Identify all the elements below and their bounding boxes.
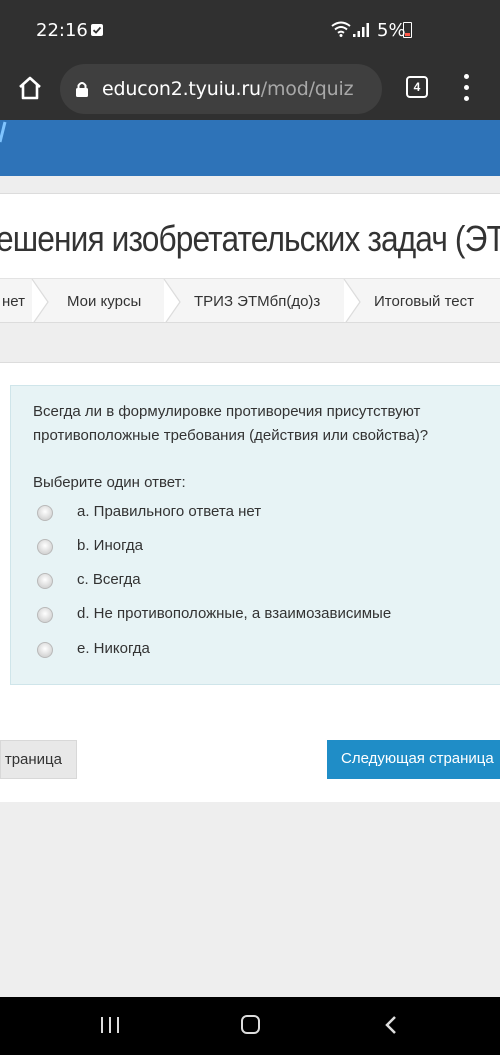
breadcrumb-item-final-test[interactable]: Итоговый тест [374, 279, 474, 322]
next-page-label: Следующая страница [341, 750, 494, 767]
page-header: ешения изобретательских задач (ЭТ нет Мо… [0, 193, 500, 323]
answer-label[interactable]: c. Всегда [77, 571, 141, 588]
course-title: ешения изобретательских задач (ЭТ [0, 218, 500, 259]
breadcrumb-item-course[interactable]: ТРИЗ ЭТМбп(до)з [194, 279, 320, 322]
answer-label[interactable]: d. Не противоположные, а взаимозависимые [77, 605, 391, 622]
radio-button[interactable] [37, 642, 53, 658]
lock-icon [74, 80, 90, 103]
next-page-button[interactable]: Следующая страница [327, 740, 500, 779]
notification-check-icon [91, 24, 103, 36]
previous-page-button[interactable]: траница [0, 740, 77, 779]
wifi-icon [331, 21, 351, 42]
browser-toolbar: educon2.tyuiu.ru/mod/quiz 4 [0, 58, 500, 120]
answer-option-c[interactable]: c. Всегда [37, 571, 497, 597]
radio-button[interactable] [37, 573, 53, 589]
breadcrumb: нет Мои курсы ТРИЗ ЭТМбп(до)з Итоговый т… [0, 278, 500, 322]
status-time: 22:16 [36, 20, 88, 41]
breadcrumb-separator [343, 279, 361, 322]
home-icon[interactable] [12, 70, 48, 106]
tab-switcher-button[interactable]: 4 [406, 76, 428, 98]
address-bar[interactable]: educon2.tyuiu.ru/mod/quiz [60, 64, 382, 114]
answer-prompt: Выберите один ответ: [33, 474, 186, 491]
home-nav-icon[interactable] [241, 1015, 260, 1034]
answer-option-b[interactable]: b. Иногда [37, 537, 497, 563]
overflow-menu-icon[interactable] [456, 74, 476, 102]
breadcrumb-separator [163, 279, 181, 322]
header-mark-icon [0, 121, 7, 143]
signal-icon [352, 22, 372, 43]
url-host: educon2.tyuiu.ru [102, 78, 261, 100]
breadcrumb-item-home[interactable]: нет [2, 279, 25, 322]
answer-label[interactable]: e. Никогда [77, 640, 150, 657]
battery-percent: 5% [377, 20, 406, 41]
radio-button[interactable] [37, 539, 53, 555]
question-text: Всегда ли в формулировке противоречия пр… [33, 403, 429, 444]
answer-option-d[interactable]: d. Не противоположные, а взаимозависимые [37, 605, 497, 631]
url-path: /mod/quiz [260, 78, 354, 100]
status-bar: 22:16 5% [0, 0, 500, 58]
breadcrumb-item-my-courses[interactable]: Мои курсы [67, 279, 141, 322]
system-nav-bar [0, 997, 500, 1055]
battery-low-icon [403, 22, 412, 38]
question-box: Всегда ли в формулировке противоречия пр… [10, 385, 500, 685]
answer-label[interactable]: b. Иногда [77, 537, 143, 554]
radio-button[interactable] [37, 505, 53, 521]
radio-button[interactable] [37, 607, 53, 623]
answer-option-a[interactable]: a. Правильного ответа нет [37, 503, 497, 529]
previous-page-label: траница [4, 751, 62, 768]
answer-option-e[interactable]: e. Никогда [37, 640, 497, 666]
back-icon[interactable] [384, 1015, 398, 1040]
recent-apps-icon[interactable] [101, 1017, 121, 1033]
site-header [0, 120, 500, 176]
url-text[interactable]: educon2.tyuiu.ru/mod/quiz [102, 78, 374, 100]
answer-label[interactable]: a. Правильного ответа нет [77, 503, 261, 520]
breadcrumb-separator [31, 279, 49, 322]
